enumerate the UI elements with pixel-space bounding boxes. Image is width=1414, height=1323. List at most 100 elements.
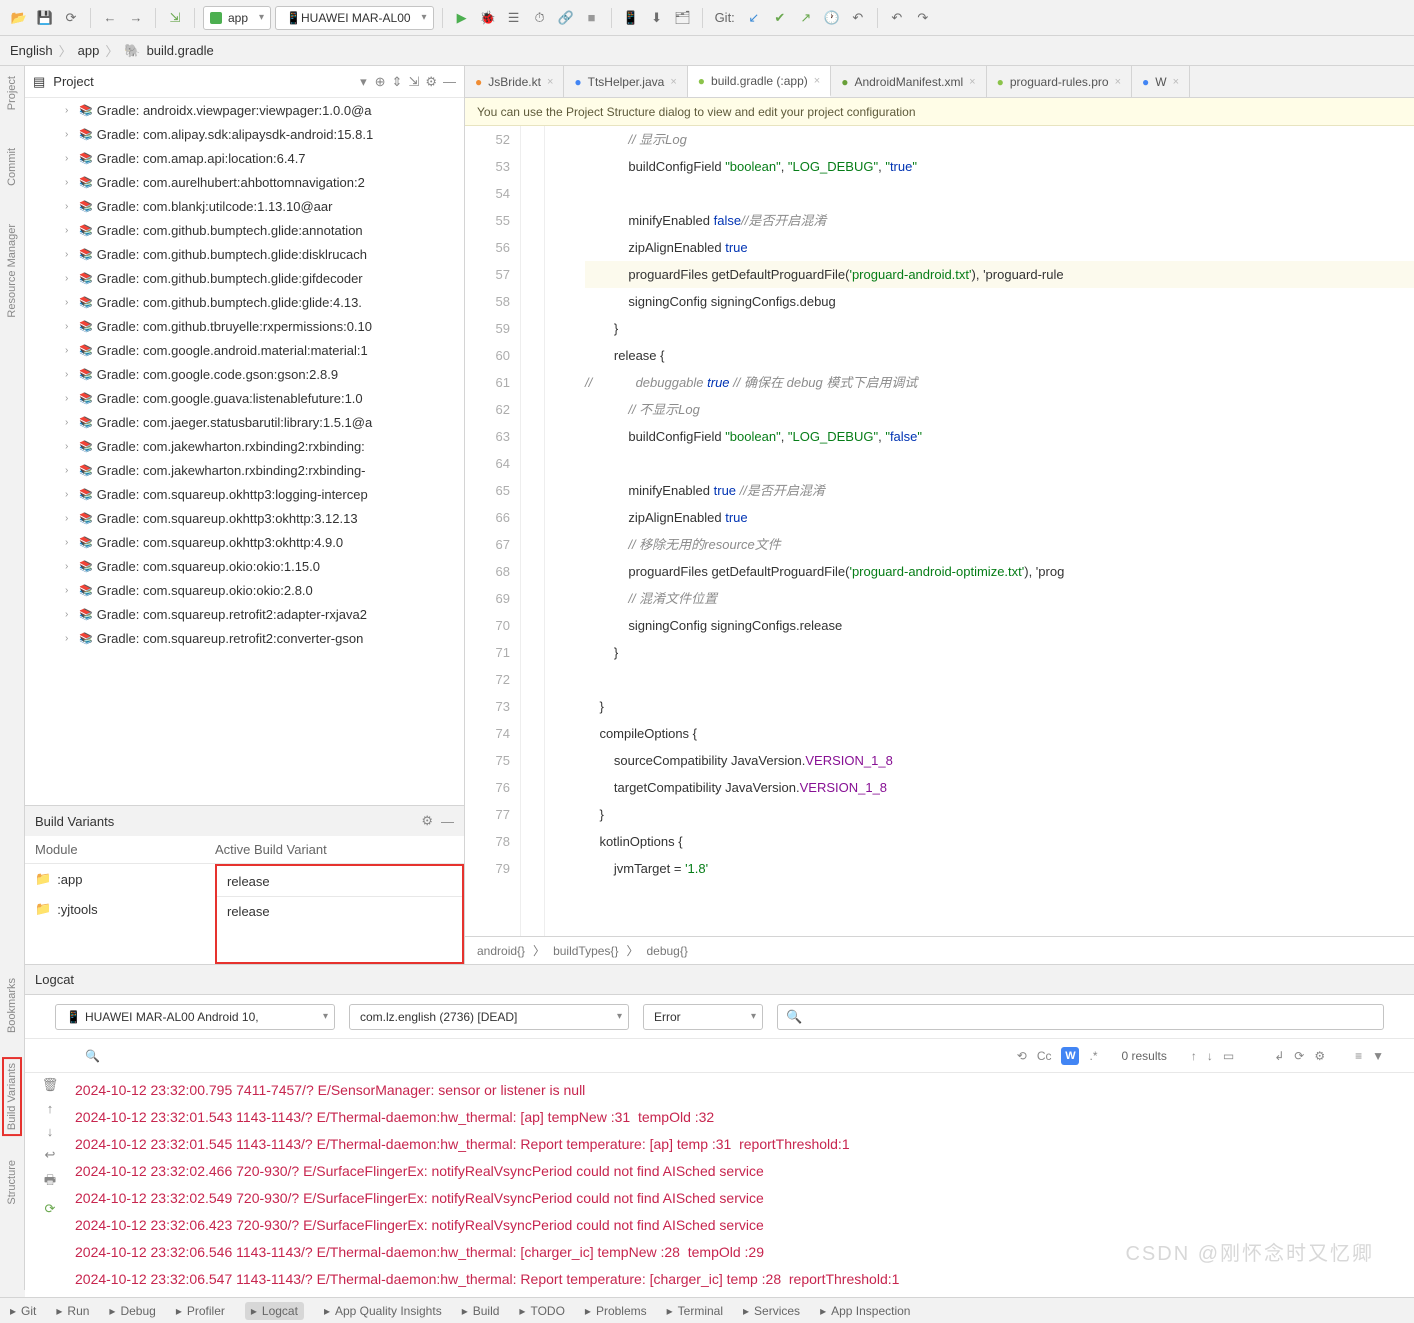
wrap-icon[interactable]: ↩ <box>45 1147 56 1163</box>
search-icon[interactable]: 🔍 <box>85 1049 100 1063</box>
status-run[interactable]: ▸Run <box>56 1304 89 1318</box>
tree-item[interactable]: ›📚Gradle: com.squareup.okio:okio:1.15.0 <box>25 554 464 578</box>
breadcrumb-root[interactable]: English <box>10 43 53 58</box>
tree-item[interactable]: ›📚Gradle: androidx.viewpager:viewpager:1… <box>25 98 464 122</box>
status-problems[interactable]: ▸Problems <box>585 1304 647 1318</box>
collapse-icon[interactable]: ⇕ <box>392 74 403 90</box>
select-all-icon[interactable]: ▭ <box>1223 1049 1234 1063</box>
up-icon[interactable]: ↑ <box>1191 1049 1197 1063</box>
settings-icon[interactable]: ⚙ <box>1314 1049 1325 1063</box>
tree-item[interactable]: ›📚Gradle: com.squareup.okhttp3:okhttp:3.… <box>25 506 464 530</box>
close-icon[interactable]: × <box>814 75 820 87</box>
status-todo[interactable]: ▸TODO <box>519 1304 564 1318</box>
tree-item[interactable]: ›📚Gradle: com.squareup.okhttp3:okhttp:4.… <box>25 530 464 554</box>
tree-item[interactable]: ›📚Gradle: com.squareup.okio:okio:2.8.0 <box>25 578 464 602</box>
gear-icon[interactable]: ⚙ <box>425 74 437 90</box>
vcs-history-icon[interactable]: 🕐 <box>821 7 843 29</box>
rail-structure[interactable]: Structure <box>4 1156 20 1209</box>
tree-item[interactable]: ›📚Gradle: com.alipay.sdk:alipaysdk-andro… <box>25 122 464 146</box>
scroll-down-icon[interactable]: ↓ <box>47 1124 54 1139</box>
tree-item[interactable]: ›📚Gradle: com.google.guava:listenablefut… <box>25 386 464 410</box>
breadcrumb-file[interactable]: build.gradle <box>147 43 214 58</box>
close-icon[interactable]: × <box>969 76 975 88</box>
code-editor[interactable]: // 显示Log buildConfigField "boolean", "LO… <box>545 126 1414 936</box>
coverage-icon[interactable]: ☰ <box>503 7 525 29</box>
status-debug[interactable]: ▸Debug <box>109 1304 155 1318</box>
sdk-icon[interactable]: ⬇ <box>646 7 668 29</box>
status-app-inspection[interactable]: ▸App Inspection <box>820 1304 910 1318</box>
match-case-icon[interactable]: Cc <box>1037 1049 1052 1063</box>
tree-item[interactable]: ›📚Gradle: com.github.bumptech.glide:glid… <box>25 290 464 314</box>
status-profiler[interactable]: ▸Profiler <box>176 1304 225 1318</box>
trash-icon[interactable]: 🗑 <box>42 1077 59 1093</box>
scroll-up-icon[interactable]: ↑ <box>47 1101 54 1116</box>
status-logcat[interactable]: ▸Logcat <box>245 1302 304 1320</box>
project-structure-hint[interactable]: You can use the Project Structure dialog… <box>465 98 1414 126</box>
rail-build-variants[interactable]: Build Variants <box>2 1057 22 1136</box>
vcs-update-icon[interactable]: ↙ <box>743 7 765 29</box>
rail-resource-manager[interactable]: Resource Manager <box>4 220 20 322</box>
status-services[interactable]: ▸Services <box>743 1304 800 1318</box>
vcs-commit-icon[interactable]: ✔ <box>769 7 791 29</box>
logcat-header[interactable]: Logcat <box>25 965 1414 995</box>
sync-icon[interactable]: ⟳ <box>60 7 82 29</box>
tree-item[interactable]: ›📚Gradle: com.github.bumptech.glide:gifd… <box>25 266 464 290</box>
tree-item[interactable]: ›📚Gradle: com.github.tbruyelle:rxpermiss… <box>25 314 464 338</box>
restart-icon[interactable]: ⟳ <box>1294 1049 1304 1063</box>
run-icon[interactable]: ▶ <box>451 7 473 29</box>
stop-icon[interactable]: ■ <box>581 7 603 29</box>
status-build[interactable]: ▸Build <box>462 1304 500 1318</box>
project-view-icon[interactable]: ▤ <box>33 74 45 90</box>
tree-item[interactable]: ›📚Gradle: com.squareup.retrofit2:adapter… <box>25 602 464 626</box>
tree-item[interactable]: ›📚Gradle: com.google.code.gson:gson:2.8.… <box>25 362 464 386</box>
back-icon[interactable]: ← <box>99 7 121 29</box>
close-icon[interactable]: × <box>547 76 553 88</box>
editor-tab[interactable]: ●AndroidManifest.xml× <box>831 66 986 97</box>
undo-icon[interactable]: ↶ <box>886 7 908 29</box>
close-icon[interactable]: × <box>1173 76 1179 88</box>
expand-icon[interactable]: ⇲ <box>408 74 419 90</box>
debug-run-icon[interactable]: 🐞 <box>477 7 499 29</box>
regex-prev-icon[interactable]: ⟲ <box>1017 1049 1027 1063</box>
soft-wrap-icon[interactable]: ↲ <box>1274 1049 1284 1063</box>
forward-icon[interactable]: → <box>125 7 147 29</box>
vcs-push-icon[interactable]: ↗ <box>795 7 817 29</box>
breadcrumb-module[interactable]: app <box>78 43 100 58</box>
words-icon[interactable]: W <box>1061 1047 1079 1065</box>
logcat-level-select[interactable]: Error <box>643 1004 763 1030</box>
logcat-process-select[interactable]: com.lz.english (2736) [DEAD] <box>349 1004 629 1030</box>
status-terminal[interactable]: ▸Terminal <box>667 1304 723 1318</box>
close-icon[interactable]: × <box>670 76 676 88</box>
logcat-device-select[interactable]: 📱 HUAWEI MAR-AL00 Android 10, <box>55 1004 335 1030</box>
tree-item[interactable]: ›📚Gradle: com.github.bumptech.glide:anno… <box>25 218 464 242</box>
variant-app[interactable]: release <box>217 866 462 896</box>
run-config-select[interactable]: app <box>203 6 271 30</box>
device-select[interactable]: 📱 HUAWEI MAR-AL00 <box>275 6 434 30</box>
hide-icon[interactable]: — <box>443 74 456 90</box>
attach-icon[interactable]: 🔗 <box>555 7 577 29</box>
tree-item[interactable]: ›📚Gradle: com.github.bumptech.glide:disk… <box>25 242 464 266</box>
filter-icon[interactable]: ▼ <box>1372 1049 1384 1063</box>
editor-tab[interactable]: ●proguard-rules.pro× <box>987 66 1132 97</box>
project-tree[interactable]: ›📚Gradle: androidx.viewpager:viewpager:1… <box>25 98 464 805</box>
save-icon[interactable]: 💾 <box>34 7 56 29</box>
editor-tab[interactable]: ●TtsHelper.java× <box>564 66 687 97</box>
rail-bookmarks[interactable]: Bookmarks <box>4 974 20 1037</box>
editor-tab[interactable]: ●build.gradle (:app)× <box>688 66 831 97</box>
hide-icon[interactable]: — <box>441 814 454 829</box>
rail-commit[interactable]: Commit <box>4 144 20 190</box>
editor-tab[interactable]: ●W× <box>1132 66 1190 97</box>
variant-yjtools[interactable]: release <box>217 896 462 926</box>
tree-item[interactable]: ›📚Gradle: com.google.android.material:ma… <box>25 338 464 362</box>
tree-item[interactable]: ›📚Gradle: com.aurelhubert:ahbottomnaviga… <box>25 170 464 194</box>
scroll-end-icon[interactable]: ≡ <box>1355 1049 1362 1063</box>
status-git[interactable]: ▸Git <box>10 1304 36 1318</box>
rail-project[interactable]: Project <box>4 72 20 114</box>
vcs-rollback-icon[interactable]: ↶ <box>847 7 869 29</box>
profile-icon[interactable]: ⏱ <box>529 7 551 29</box>
module-yjtools[interactable]: 📁 :yjtools <box>35 901 205 917</box>
editor-tab[interactable]: ●JsBride.kt× <box>465 66 564 97</box>
restart-logcat-icon[interactable]: ⟳ <box>45 1201 56 1217</box>
tree-item[interactable]: ›📚Gradle: com.jakewharton.rxbinding2:rxb… <box>25 434 464 458</box>
module-app[interactable]: 📁 :app <box>35 871 205 887</box>
